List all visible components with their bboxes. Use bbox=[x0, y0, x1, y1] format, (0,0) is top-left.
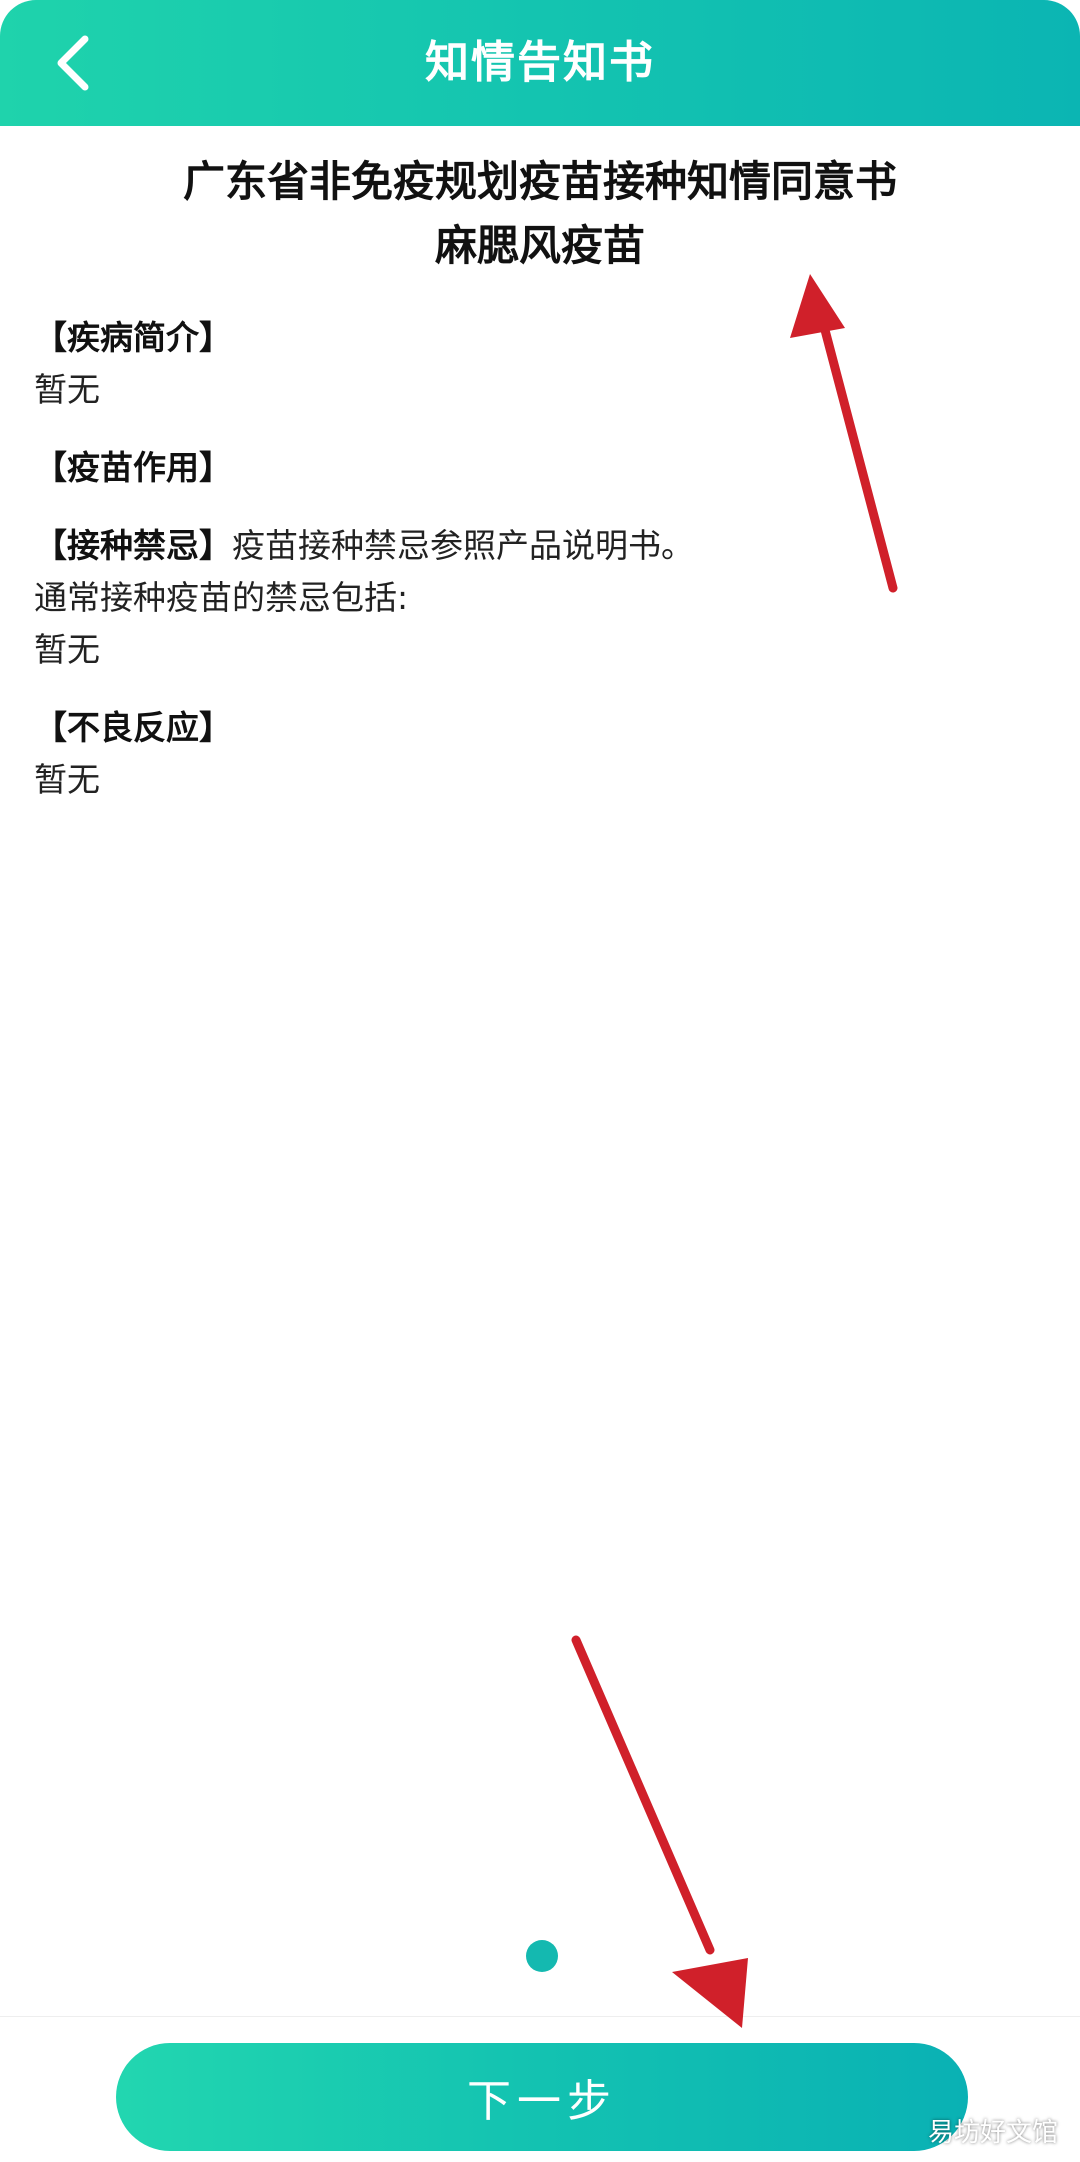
section-heading-adverse-reactions: 【不良反应】 bbox=[34, 708, 232, 747]
section-contraindications-line1: 【接种禁忌】疫苗接种禁忌参照产品说明书。 bbox=[34, 520, 1044, 572]
section-body-adverse-reactions: 暂无 bbox=[34, 760, 100, 799]
back-button[interactable] bbox=[38, 28, 108, 98]
watermark: 易坊好文馆 bbox=[927, 2118, 1058, 2148]
loading-dot-indicator bbox=[526, 1940, 558, 1972]
section-heading-vaccine-effect: 【疫苗作用】 bbox=[34, 448, 232, 487]
section-heading-disease-intro: 【疾病简介】 bbox=[34, 318, 232, 357]
section-heading-contraindications: 【接种禁忌】 bbox=[34, 526, 232, 565]
chevron-left-icon bbox=[57, 35, 89, 91]
consent-content: 【疾病简介】 暂无 【疫苗作用】 【接种禁忌】疫苗接种禁忌参照产品说明书。 通常… bbox=[34, 312, 1044, 806]
document-title: 广东省非免疫规划疫苗接种知情同意书 bbox=[182, 157, 897, 206]
contraindications-inline-text: 疫苗接种禁忌参照产品说明书。 bbox=[232, 526, 694, 565]
annotation-arrow-down bbox=[571, 1635, 748, 2028]
footer-divider bbox=[0, 2016, 1080, 2017]
contraindications-line3: 暂无 bbox=[34, 630, 100, 669]
next-step-label: 下一步 bbox=[467, 2076, 617, 2127]
app-header: 知情告知书 bbox=[0, 0, 1080, 126]
document-subtitle: 麻腮风疫苗 bbox=[434, 221, 645, 270]
section-body-disease-intro: 暂无 bbox=[34, 370, 100, 409]
next-step-button[interactable]: 下一步 bbox=[116, 2043, 968, 2151]
page-title: 知情告知书 bbox=[425, 37, 655, 88]
contraindications-line2: 通常接种疫苗的禁忌包括: bbox=[34, 578, 409, 617]
